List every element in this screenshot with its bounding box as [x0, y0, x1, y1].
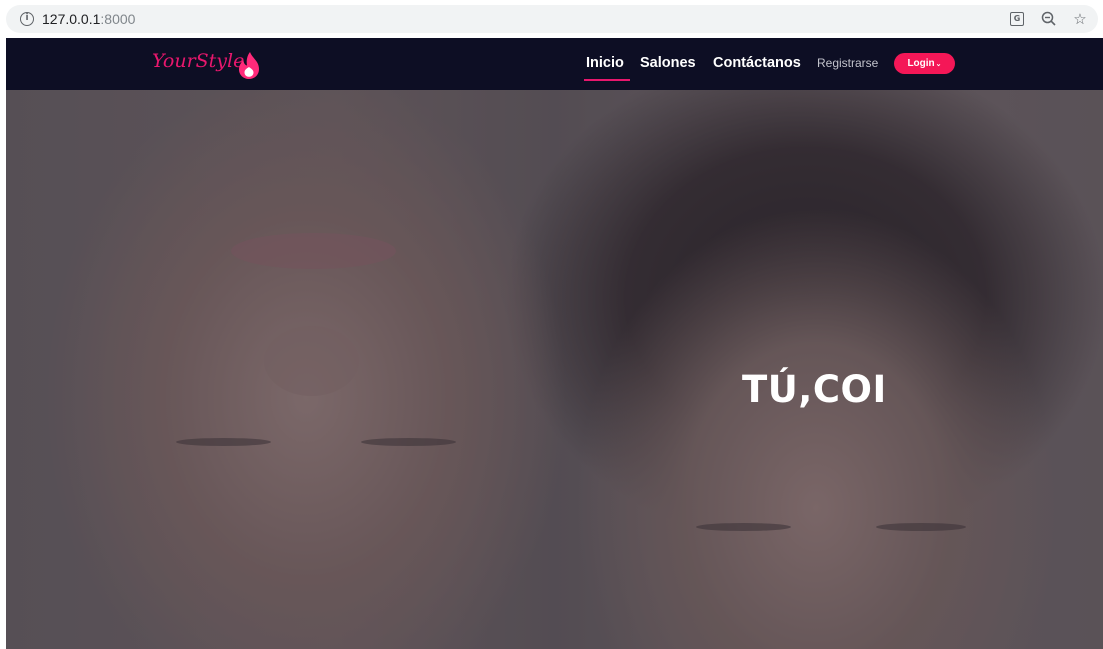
url-text[interactable]: 127.0.0.1:8000 [42, 11, 135, 27]
address-bar[interactable]: i 127.0.0.1:8000 G ☆ [6, 5, 1098, 33]
hero-overlay [6, 38, 1103, 649]
login-label: Login [907, 58, 935, 69]
nav-contactanos[interactable]: Contáctanos [713, 55, 801, 71]
zoom-icon[interactable] [1039, 9, 1059, 29]
nav-inicio[interactable]: Inicio [586, 55, 624, 71]
flame-icon [239, 52, 259, 79]
url-port: :8000 [100, 11, 136, 27]
site-navbar: YourStyle Inicio Salones Contáctanos Reg… [6, 38, 1103, 90]
active-nav-indicator [584, 79, 630, 81]
translate-icon[interactable]: G [1007, 9, 1027, 29]
nav-salones[interactable]: Salones [640, 55, 696, 71]
brand-logo[interactable]: YourStyle [152, 50, 244, 72]
star-icon[interactable]: ☆ [1070, 9, 1090, 29]
login-dropdown-button[interactable]: Login⌄ [894, 53, 955, 74]
info-icon[interactable]: i [20, 12, 34, 26]
hero-headline: TÚ,COI [742, 368, 887, 411]
register-link[interactable]: Registrarse [817, 56, 878, 70]
url-host: 127.0.0.1 [42, 11, 101, 27]
chevron-down-icon: ⌄ [935, 61, 942, 68]
browser-toolbar: i 127.0.0.1:8000 G ☆ [0, 0, 1103, 38]
page-viewport: TÚ,COI YourStyle Inicio Salones Contácta… [6, 38, 1103, 649]
